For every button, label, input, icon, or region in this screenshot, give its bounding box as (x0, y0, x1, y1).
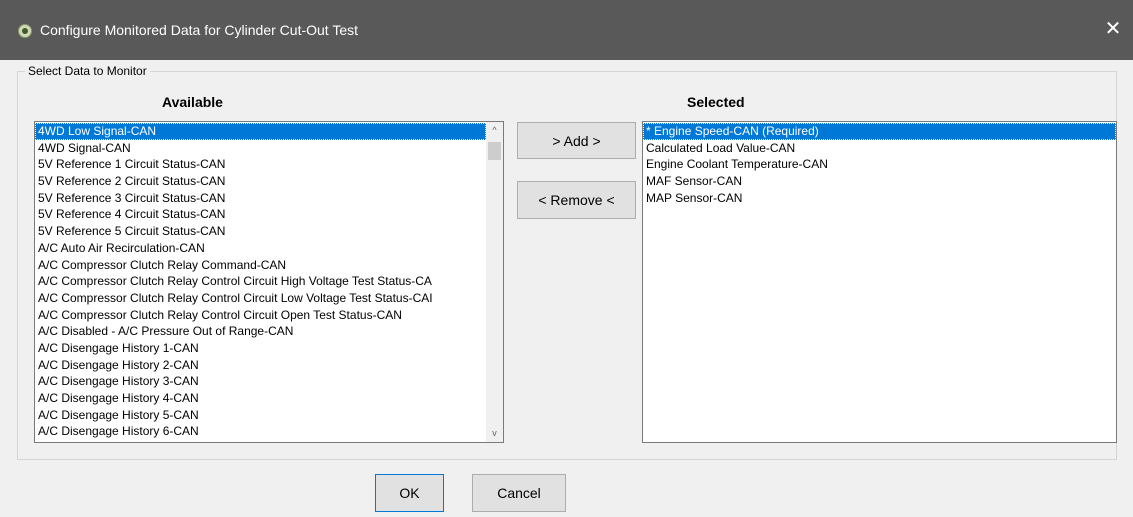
available-scrollbar[interactable]: ^ v (486, 122, 503, 442)
list-item[interactable]: 5V Reference 2 Circuit Status-CAN (35, 173, 486, 190)
window-title: Configure Monitored Data for Cylinder Cu… (40, 22, 358, 38)
list-item[interactable]: A/C Disabled - A/C Pressure Out of Range… (35, 323, 486, 340)
list-item[interactable]: A/C Compressor Clutch Relay Command-CAN (35, 257, 486, 274)
close-icon[interactable]: ✕ (1101, 17, 1125, 41)
scroll-thumb[interactable] (488, 142, 501, 160)
add-button[interactable]: > Add > (517, 122, 636, 159)
list-item[interactable]: A/C Disengage History 6-CAN (35, 423, 486, 440)
list-item[interactable]: A/C Disengage History 5-CAN (35, 407, 486, 424)
list-item[interactable]: A/C Compressor Clutch Relay Control Circ… (35, 290, 486, 307)
list-item[interactable]: 5V Reference 4 Circuit Status-CAN (35, 206, 486, 223)
ok-button[interactable]: OK (375, 474, 444, 512)
list-item[interactable]: A/C Disengage History 3-CAN (35, 373, 486, 390)
list-item[interactable]: Engine Coolant Temperature-CAN (643, 156, 1116, 173)
available-listbox[interactable]: 4WD Low Signal-CAN 4WD Signal-CAN 5V Refer… (34, 121, 504, 443)
title-bar: Configure Monitored Data for Cylinder Cu… (0, 0, 1133, 60)
list-item[interactable]: 5V Reference 5 Circuit Status-CAN (35, 223, 486, 240)
list-item[interactable]: A/C Compressor Clutch Relay Control Circ… (35, 307, 486, 324)
list-item[interactable]: A/C Compressor Clutch Relay Control Circ… (35, 273, 486, 290)
app-logo-icon (18, 24, 32, 38)
scroll-up-icon[interactable]: ^ (486, 122, 503, 139)
list-item[interactable]: A/C Disengage History 1-CAN (35, 340, 486, 357)
available-list: 4WD Low Signal-CAN 4WD Signal-CAN 5V Refer… (35, 123, 486, 440)
list-item[interactable]: A/C Disengage History 4-CAN (35, 390, 486, 407)
list-item[interactable]: Calculated Load Value-CAN (643, 140, 1116, 157)
list-item[interactable]: MAP Sensor-CAN (643, 190, 1116, 207)
selected-listbox[interactable]: * Engine Speed-CAN (Required) Calculated … (642, 121, 1117, 443)
list-item[interactable]: 5V Reference 1 Circuit Status-CAN (35, 156, 486, 173)
cancel-button[interactable]: Cancel (472, 474, 566, 512)
list-item[interactable]: A/C Disengage History 2-CAN (35, 357, 486, 374)
selected-heading: Selected (687, 94, 745, 110)
list-item[interactable]: 4WD Low Signal-CAN (35, 123, 486, 140)
list-item[interactable]: 5V Reference 3 Circuit Status-CAN (35, 190, 486, 207)
list-item[interactable]: 4WD Signal-CAN (35, 140, 486, 157)
list-item[interactable]: * Engine Speed-CAN (Required) (643, 123, 1116, 140)
groupbox-label: Select Data to Monitor (25, 64, 150, 78)
available-heading: Available (162, 94, 223, 110)
list-item[interactable]: A/C Auto Air Recirculation-CAN (35, 240, 486, 257)
scroll-down-icon[interactable]: v (486, 425, 503, 442)
selected-list: * Engine Speed-CAN (Required) Calculated … (643, 123, 1116, 206)
list-item[interactable]: MAF Sensor-CAN (643, 173, 1116, 190)
remove-button[interactable]: < Remove < (517, 181, 636, 219)
